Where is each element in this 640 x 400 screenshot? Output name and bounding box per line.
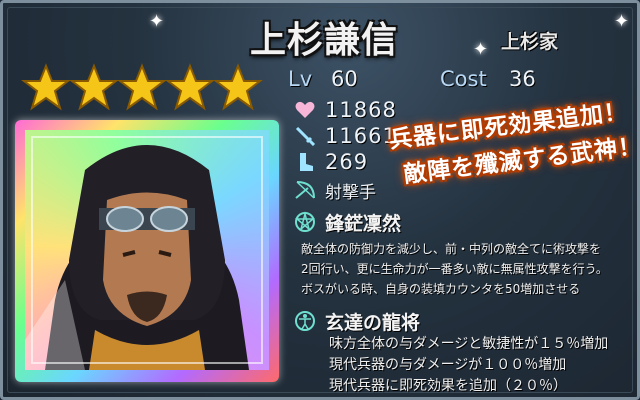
level-value: 60: [331, 67, 358, 91]
leader-skill-row: 玄達の龍将: [293, 310, 421, 334]
hp-value: 11868: [325, 98, 397, 122]
unit-card: ✦ ✦ ✦ ✦ ✦ 上杉謙信 上杉家 Lv 60 Cost 36: [0, 0, 640, 400]
skill-description-line: 2回行い、更に生命力が一番多い敵に無属性攻撃を行う。: [301, 262, 608, 276]
sparkle-icon: ✦: [614, 11, 630, 32]
unit-name: 上杉謙信: [249, 20, 398, 61]
unit-type-value: 射撃手: [325, 182, 376, 203]
leader-skill-description-line: 味方全体の与ダメージと敏捷性が１５％増加: [329, 336, 609, 352]
cost-label: Cost: [440, 67, 487, 91]
portrait-frame: [15, 120, 279, 382]
unit-type-row: 射撃手: [293, 179, 376, 203]
unit-portrait: [25, 130, 269, 370]
star-icon: [21, 63, 71, 111]
portrait-inner-border: [31, 136, 263, 364]
boot-icon: [293, 151, 317, 173]
skill-row: 鋒鋩凜然: [293, 211, 402, 235]
leader-skill-description: 味方全体の与ダメージと敏捷性が１５％増加 現代兵器の与ダメージが１００％増加 現…: [329, 334, 608, 397]
bow-icon: [293, 179, 317, 201]
leader-skill-description-line: 現代兵器に即死効果を追加（２０％）: [329, 378, 567, 394]
star-icon: [69, 63, 119, 111]
attack-value: 11661: [325, 124, 397, 148]
star-icon: [213, 63, 263, 111]
sword-icon: [293, 125, 317, 147]
speed-value: 269: [325, 150, 369, 174]
leader-skill-name: 玄達の龍将: [325, 311, 421, 334]
skill-description-line: 敵全体の防御力を減少し、前・中列の敵全てに術攻撃を: [301, 242, 602, 256]
figure-icon: [293, 310, 317, 332]
pentagram-icon: [293, 211, 317, 233]
hp-row: 11868: [293, 98, 397, 122]
cost-value: 36: [509, 67, 536, 91]
level-label: Lv: [288, 67, 313, 91]
speed-row: 269: [293, 150, 369, 174]
skill-description: 敵全体の防御力を減少し、前・中列の敵全てに術攻撃を 2回行い、更に生命力が一番多…: [301, 239, 608, 299]
unit-clan: 上杉家: [501, 31, 559, 53]
star-icon: [117, 63, 167, 111]
heart-icon: [293, 99, 317, 121]
sparkle-icon: ✦: [473, 39, 489, 60]
rarity-stars: [21, 63, 271, 119]
sparkle-icon: ✦: [149, 11, 165, 32]
attack-row: 11661: [293, 124, 397, 148]
skill-description-line: ボスがいる時、自身の装填カウンタを50増加させる: [301, 282, 581, 296]
skill-name: 鋒鋩凜然: [325, 212, 402, 235]
star-icon: [165, 63, 215, 111]
leader-skill-description-line: 現代兵器の与ダメージが１００％増加: [329, 357, 567, 373]
